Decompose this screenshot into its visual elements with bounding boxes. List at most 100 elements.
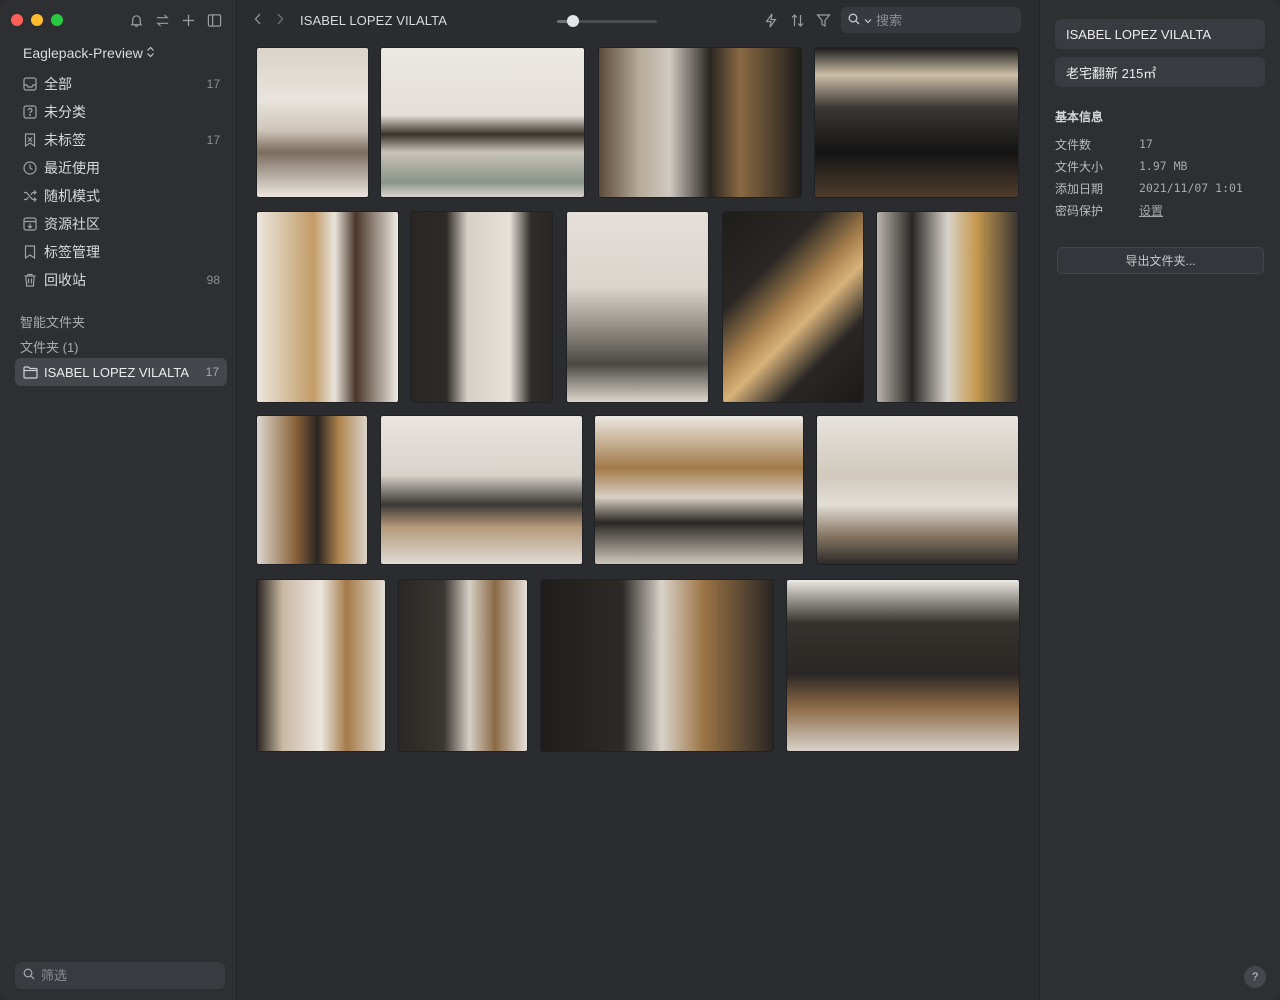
sidebar-item-label: 随机模式: [44, 188, 100, 204]
sidebar-item-label: 标签管理: [44, 244, 100, 260]
library-switcher[interactable]: Eaglepack-Preview: [23, 45, 155, 61]
page-title: ISABEL LOPEZ VILALTA: [300, 13, 447, 28]
filter-box: [15, 962, 225, 989]
sidebar-item-count: 17: [206, 133, 220, 147]
inbox-icon: [23, 77, 37, 91]
sidebar-folder-isabel-lopez-vilalta[interactable]: ISABEL LOPEZ VILALTA 17: [15, 358, 227, 386]
zoom-slider[interactable]: [557, 15, 657, 27]
sidebar-item-count: 98: [206, 273, 220, 287]
image-thumbnail[interactable]: [257, 48, 368, 197]
sidebar-item-tags[interactable]: 标签管理: [15, 238, 227, 266]
sidebar-item-uncategorized[interactable]: 未分类: [15, 98, 227, 126]
toolbar-actions: [763, 12, 831, 28]
info-row-file-size: 文件大小 1.97 MB: [1055, 157, 1265, 175]
bell-icon[interactable]: [128, 12, 144, 28]
image-thumbnail[interactable]: [599, 48, 801, 197]
forward-icon[interactable]: [275, 12, 285, 29]
sidebar-toolbar: [128, 12, 222, 28]
smart-folders-heading[interactable]: 智能文件夹: [20, 312, 85, 331]
image-thumbnail[interactable]: [817, 416, 1018, 564]
folder-description-field[interactable]: 老宅翻新 215㎡: [1055, 57, 1265, 87]
swap-icon[interactable]: [154, 12, 170, 28]
library-name: Eaglepack-Preview: [23, 45, 143, 61]
image-thumbnail[interactable]: [399, 580, 527, 751]
sort-icon[interactable]: [789, 12, 805, 28]
lightning-icon[interactable]: [763, 12, 779, 28]
main-content: ISABEL LOPEZ VILALTA: [237, 0, 1039, 1000]
filter-icon[interactable]: [815, 12, 831, 28]
sidebar-item-label: 全部: [44, 76, 72, 92]
image-thumbnail[interactable]: [567, 212, 708, 402]
sidebar-item-community[interactable]: 资源社区: [15, 210, 227, 238]
folders-heading[interactable]: 文件夹 (1): [20, 337, 79, 356]
set-password-link[interactable]: 设置: [1139, 202, 1163, 219]
close-window-button[interactable]: [11, 14, 23, 26]
sidebar-item-random[interactable]: 随机模式: [15, 182, 227, 210]
image-thumbnail[interactable]: [257, 416, 367, 564]
add-icon[interactable]: [180, 12, 196, 28]
sidebar-item-label: 资源社区: [44, 216, 100, 232]
main-toolbar: ISABEL LOPEZ VILALTA: [237, 0, 1039, 42]
question-box-icon: [23, 105, 37, 119]
image-thumbnail[interactable]: [723, 212, 863, 402]
trash-icon: [23, 273, 37, 287]
info-value: 2021/11/07 1:01: [1139, 181, 1243, 195]
inspector-panel: ISABEL LOPEZ VILALTA 老宅翻新 215㎡ 基本信息 文件数 …: [1039, 0, 1280, 1000]
info-key: 文件大小: [1055, 159, 1104, 174]
info-value: 17: [1139, 137, 1153, 151]
info-row-file-count: 文件数 17: [1055, 135, 1265, 153]
help-button[interactable]: ?: [1244, 966, 1266, 988]
info-row-date-added: 添加日期 2021/11/07 1:01: [1055, 179, 1265, 197]
info-key: 密码保护: [1055, 203, 1104, 218]
sidebar-folder-label: ISABEL LOPEZ VILALTA: [44, 364, 189, 380]
sidebar-item-untagged[interactable]: 未标签 17: [15, 126, 227, 154]
search-box: [841, 7, 1021, 33]
sidebar-toggle-icon[interactable]: [206, 12, 222, 28]
filter-input[interactable]: [41, 968, 211, 983]
app-window: Eaglepack-Preview 全部 17 未分类 未标签 17 最近使用 …: [0, 0, 1280, 1000]
image-thumbnail[interactable]: [411, 212, 552, 402]
info-value: 1.97 MB: [1139, 159, 1188, 173]
folder-name-field[interactable]: ISABEL LOPEZ VILALTA: [1055, 19, 1265, 49]
image-thumbnail[interactable]: [381, 48, 584, 197]
basic-info-heading: 基本信息: [1055, 110, 1104, 124]
sidebar-item-count: 17: [206, 77, 220, 91]
image-thumbnail[interactable]: [877, 212, 1018, 402]
window-controls: [11, 14, 63, 26]
zoom-window-button[interactable]: [51, 14, 63, 26]
search-input[interactable]: [876, 12, 1006, 28]
zoom-slider-handle[interactable]: [567, 15, 579, 27]
sidebar: Eaglepack-Preview 全部 17 未分类 未标签 17 最近使用 …: [0, 0, 237, 1000]
image-thumbnail[interactable]: [381, 416, 582, 564]
image-thumbnail[interactable]: [815, 48, 1018, 197]
sidebar-item-recent[interactable]: 最近使用: [15, 154, 227, 182]
image-thumbnail[interactable]: [257, 212, 398, 402]
sidebar-item-all[interactable]: 全部 17: [15, 70, 227, 98]
chevron-down-icon[interactable]: [864, 13, 872, 27]
image-thumbnail[interactable]: [787, 580, 1019, 751]
sidebar-item-trash[interactable]: 回收站 98: [15, 266, 227, 294]
search-icon[interactable]: [848, 13, 860, 28]
sidebar-nav: 全部 17 未分类 未标签 17 最近使用 随机模式 资源社区 标签管理 回收站…: [15, 70, 227, 294]
minimize-window-button[interactable]: [31, 14, 43, 26]
shuffle-icon: [23, 189, 37, 203]
info-key: 文件数: [1055, 137, 1092, 152]
info-row-password: 密码保护 设置: [1055, 201, 1265, 219]
search-icon: [23, 968, 35, 983]
export-folder-button[interactable]: 导出文件夹...: [1057, 247, 1264, 274]
back-icon[interactable]: [253, 12, 263, 29]
sidebar-item-label: 未标签: [44, 132, 86, 148]
download-box-icon: [23, 217, 37, 231]
untagged-icon: [23, 133, 37, 147]
image-thumbnail[interactable]: [257, 580, 385, 751]
image-thumbnail[interactable]: [541, 580, 773, 751]
folder-icon: [23, 365, 38, 379]
image-thumbnail[interactable]: [595, 416, 803, 564]
sidebar-item-label: 最近使用: [44, 160, 100, 176]
info-key: 添加日期: [1055, 181, 1104, 196]
bookmark-icon: [23, 245, 37, 259]
sidebar-item-label: 未分类: [44, 104, 86, 120]
sidebar-item-label: 回收站: [44, 272, 86, 288]
sidebar-folder-count: 17: [205, 365, 219, 379]
chevron-updown-icon: [146, 45, 155, 61]
